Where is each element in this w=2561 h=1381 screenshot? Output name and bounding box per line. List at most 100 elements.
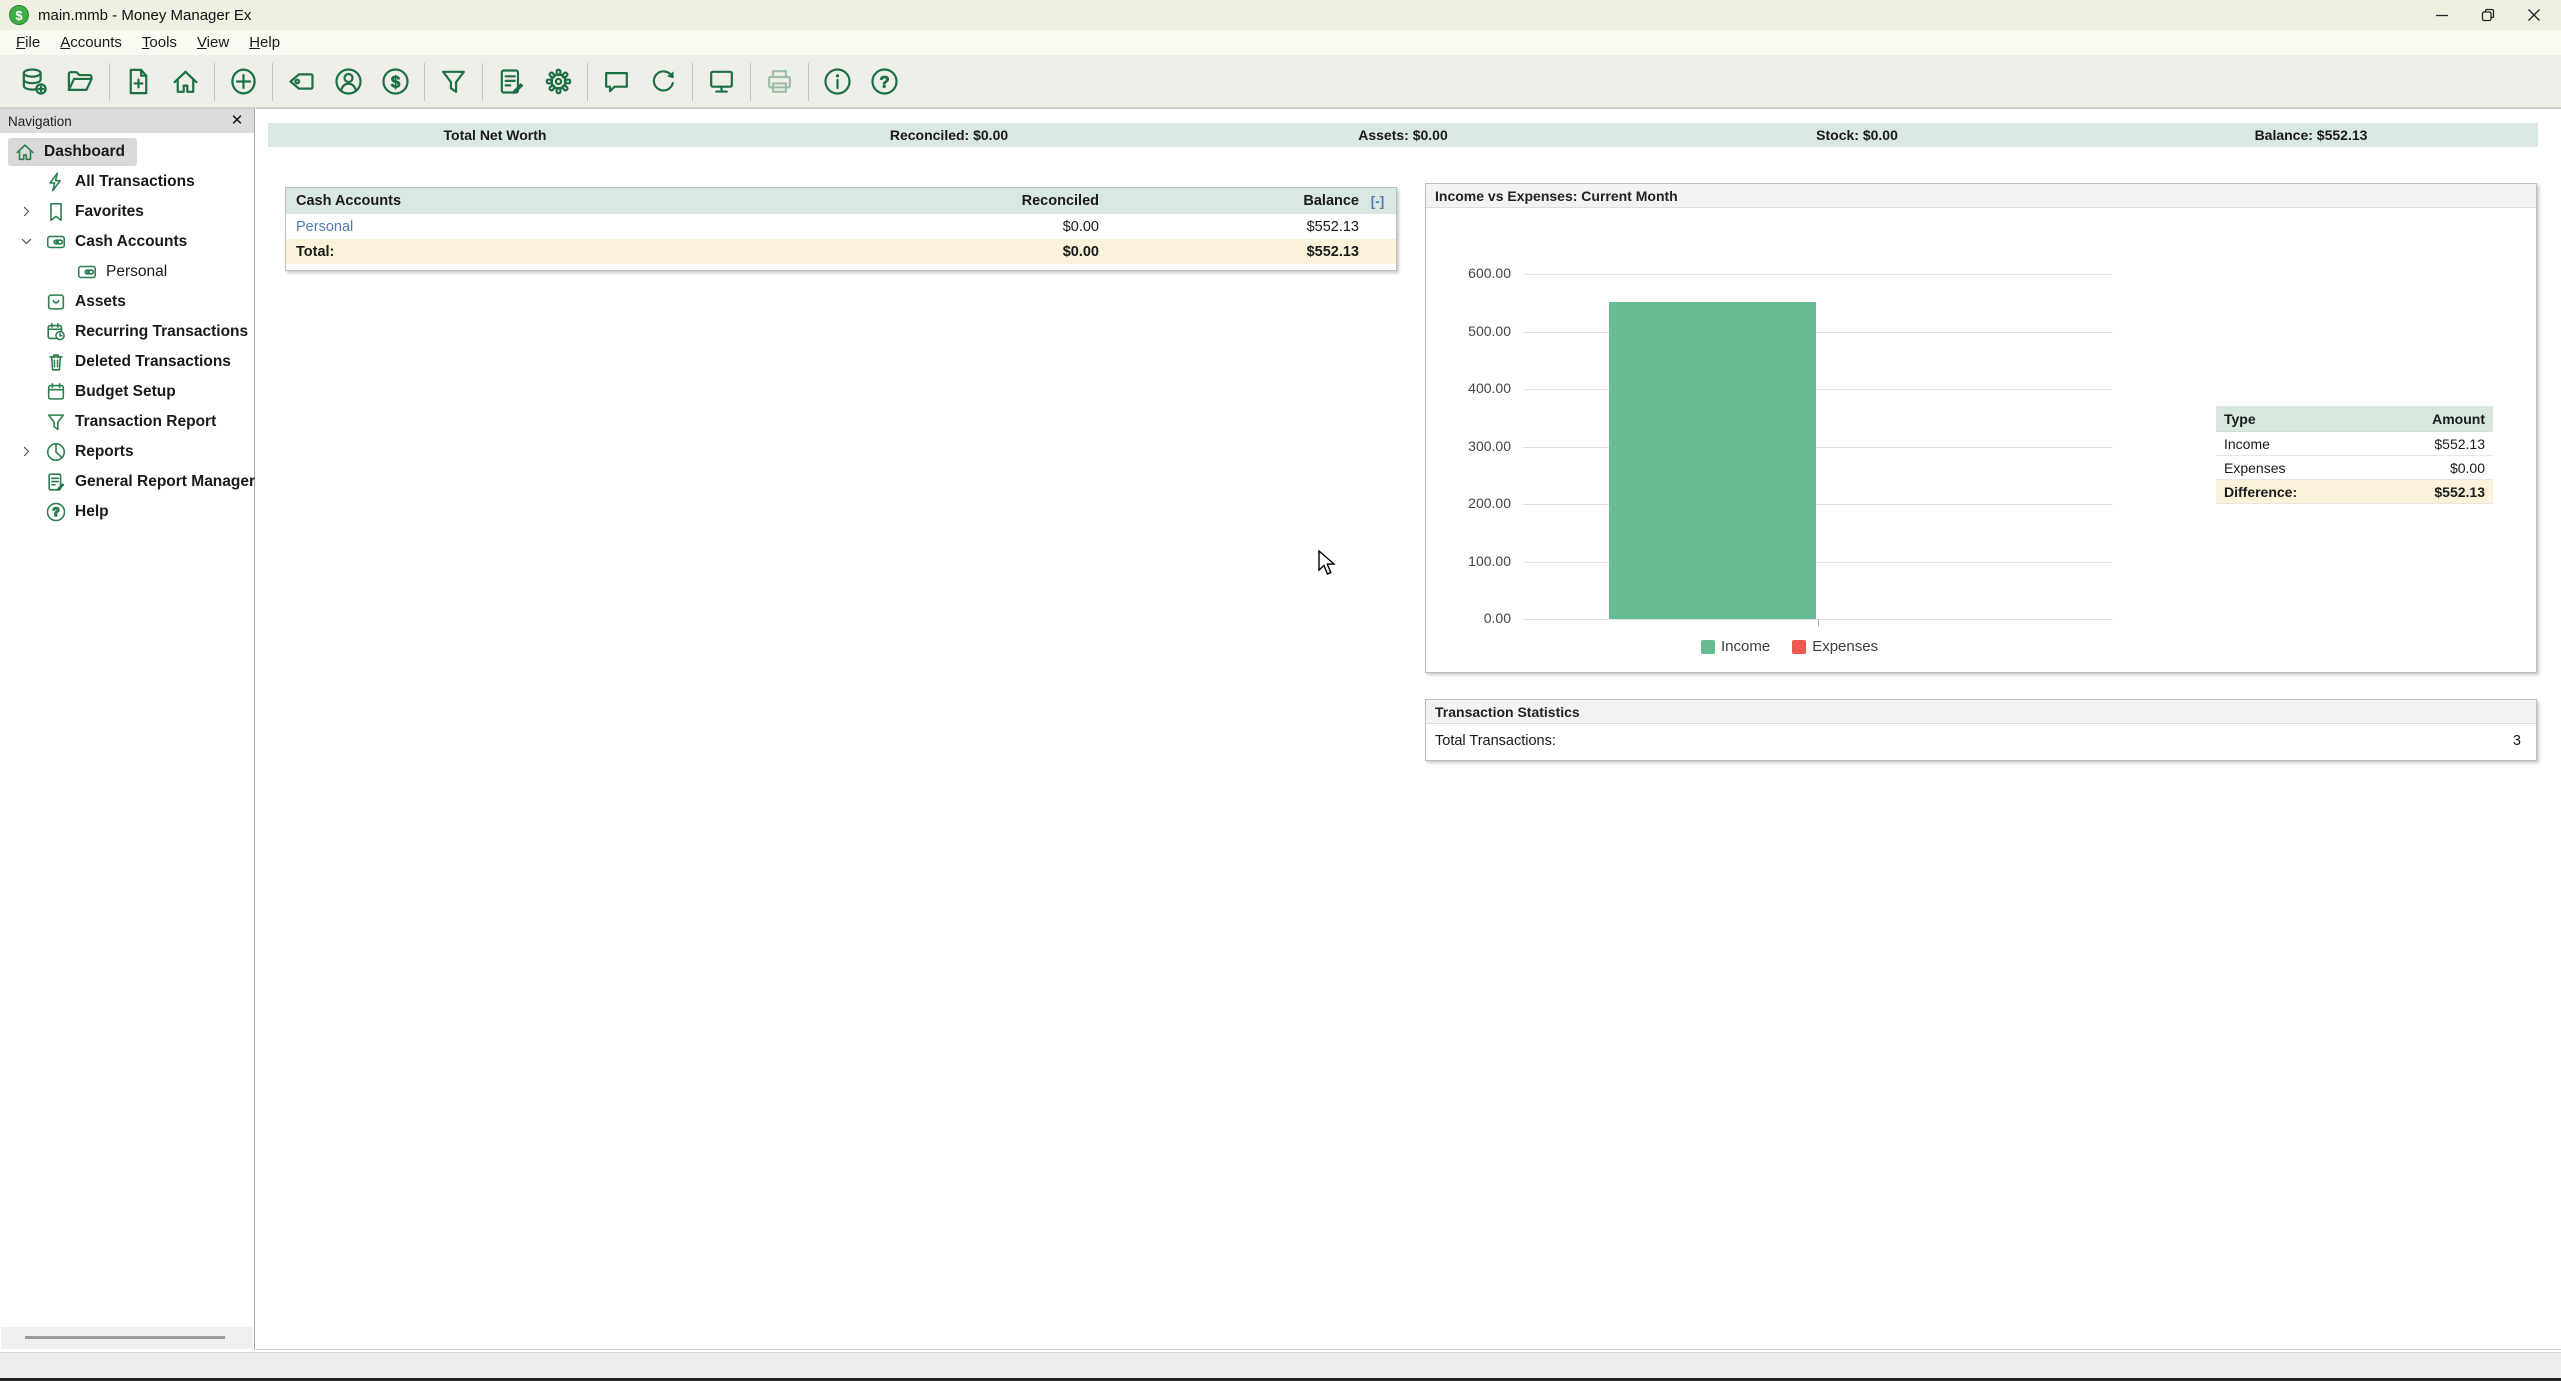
filter-icon[interactable]	[430, 59, 477, 105]
sidebar-item-all-transactions[interactable]: All Transactions	[0, 167, 254, 197]
navigation-header: Navigation ✕	[0, 109, 254, 133]
calendar-icon	[45, 381, 67, 403]
type-amount-table: TypeAmountIncome$552.13Expenses$0.00Diff…	[2216, 406, 2493, 504]
report-edit-icon[interactable]	[488, 59, 535, 105]
print-icon	[756, 59, 803, 105]
y-axis-tick-label: 200.00	[1431, 495, 1511, 511]
sidebar-item-label: Deleted Transactions	[75, 353, 231, 371]
total-label: Total:	[286, 244, 809, 260]
transaction-statistics-panel: Transaction Statistics Total Transaction…	[1425, 699, 2537, 761]
sidebar-item-recurring-transactions[interactable]: Recurring Transactions	[0, 317, 254, 347]
sidebar-item-cash-accounts[interactable]: Cash Accounts	[0, 227, 254, 257]
monitor-icon[interactable]	[698, 59, 745, 105]
currency-icon[interactable]: $	[372, 59, 419, 105]
bolt-icon	[45, 171, 67, 193]
nav-horizontal-scrollbar[interactable]	[1, 1327, 253, 1349]
cash-account-row: Personal$0.00$552.13	[286, 214, 1396, 239]
toolbar-separator	[482, 63, 483, 101]
summary-cell-0: Total Net Worth	[268, 123, 722, 147]
wallet-icon	[45, 231, 67, 253]
status-bar	[0, 1352, 2561, 1378]
svg-text:?: ?	[52, 505, 59, 519]
close-button[interactable]	[2511, 0, 2557, 30]
cash-accounts-title: Cash Accounts	[286, 193, 809, 209]
sidebar-item-budget-setup[interactable]: Budget Setup	[0, 377, 254, 407]
help-icon[interactable]: ?	[861, 59, 908, 105]
y-axis-tick-label: 100.00	[1431, 553, 1511, 569]
comment-icon[interactable]	[593, 59, 640, 105]
restore-button[interactable]	[2465, 0, 2511, 30]
window-title: main.mmb - Money Manager Ex	[38, 7, 251, 24]
column-balance: Balance	[1099, 193, 1359, 209]
sidebar-item-favorites[interactable]: Favorites	[0, 197, 254, 227]
sidebar-item-help[interactable]: ? Help	[0, 497, 254, 527]
pie-chart-icon	[45, 441, 67, 463]
open-folder-icon[interactable]	[57, 59, 104, 105]
scrollbar-thumb[interactable]	[25, 1336, 225, 1339]
total-transactions-label: Total Transactions:	[1435, 733, 1556, 749]
sidebar-item-label: Personal	[106, 263, 167, 281]
collapse-link[interactable]: [-]	[1359, 194, 1396, 209]
minimize-button[interactable]	[2419, 0, 2465, 30]
sidebar-item-label: General Report Manager	[75, 473, 255, 491]
dashboard-area: Total Net WorthReconciled: $0.00Assets: …	[256, 108, 2561, 1350]
home-icon	[14, 141, 36, 163]
new-file-icon[interactable]	[115, 59, 162, 105]
summary-cell-2: Assets: $0.00	[1176, 123, 1630, 147]
settings-icon[interactable]	[535, 59, 582, 105]
y-axis-tick-label: 400.00	[1431, 380, 1511, 396]
cash-total-row: Total:$0.00$552.13	[286, 239, 1396, 264]
payee-icon[interactable]	[325, 59, 372, 105]
menu-tools[interactable]: Tools	[132, 31, 187, 54]
calendar-clock-icon	[45, 321, 67, 343]
sidebar-item-assets[interactable]: Assets	[0, 287, 254, 317]
sidebar-item-general-report-manager[interactable]: General Report Manager	[0, 467, 254, 497]
balance-value: $552.13	[1099, 244, 1359, 260]
y-axis-tick-label: 500.00	[1431, 323, 1511, 339]
sidebar-item-label: Recurring Transactions	[75, 323, 248, 341]
sidebar-item-label: Transaction Report	[75, 413, 216, 431]
sidebar-item-deleted-transactions[interactable]: Deleted Transactions	[0, 347, 254, 377]
sidebar-item-label: Dashboard	[44, 143, 125, 161]
panel-padding	[286, 264, 1396, 270]
menu-accounts[interactable]: Accounts	[50, 31, 132, 54]
toolbar-separator	[109, 63, 110, 101]
chevron-right-icon[interactable]	[19, 444, 35, 460]
sidebar-item-label: Help	[75, 503, 109, 521]
stats-panel-title: Transaction Statistics	[1426, 700, 2536, 724]
sidebar-item-dashboard[interactable]: Dashboard	[0, 137, 254, 167]
type-amount-row: Income$552.13	[2216, 432, 2493, 456]
sidebar-item-label: Assets	[75, 293, 126, 311]
titlebar: $ main.mmb - Money Manager Ex	[0, 0, 2561, 30]
toolbar-separator	[750, 63, 751, 101]
close-icon[interactable]: ✕	[228, 112, 246, 130]
sidebar-item-label: Cash Accounts	[75, 233, 187, 251]
toolbar-separator	[692, 63, 693, 101]
menu-view[interactable]: View	[187, 31, 239, 54]
reconciled-value: $0.00	[809, 244, 1099, 260]
menu-file[interactable]: File	[6, 31, 50, 54]
type-amount-row: Expenses$0.00	[2216, 456, 2493, 480]
sidebar-item-transaction-report[interactable]: Transaction Report	[0, 407, 254, 437]
chevron-right-icon[interactable]	[19, 204, 35, 220]
chevron-down-icon[interactable]	[19, 234, 35, 250]
legend-swatch-icon	[1701, 640, 1715, 654]
account-link[interactable]: Personal	[286, 219, 809, 235]
new-database-icon[interactable]	[10, 59, 57, 105]
sidebar-item-personal[interactable]: Personal	[0, 257, 254, 287]
bookmark-icon	[45, 201, 67, 223]
new-transaction-icon[interactable]	[220, 59, 267, 105]
report-edit-icon	[45, 471, 67, 493]
home-icon[interactable]	[162, 59, 209, 105]
app-dollar-icon: $	[9, 5, 29, 25]
sidebar-item-reports[interactable]: Reports	[0, 437, 254, 467]
bar-chart: 600.00500.00400.00300.00200.00100.000.00…	[1426, 208, 2536, 673]
sidebar-item-label: Reports	[75, 443, 134, 461]
column-reconciled: Reconciled	[809, 193, 1099, 209]
refresh-icon[interactable]	[640, 59, 687, 105]
chart-legend: IncomeExpenses	[1701, 638, 1900, 655]
tag-icon[interactable]	[278, 59, 325, 105]
about-icon[interactable]	[814, 59, 861, 105]
legend-swatch-icon	[1792, 640, 1806, 654]
menu-help[interactable]: Help	[239, 31, 290, 54]
